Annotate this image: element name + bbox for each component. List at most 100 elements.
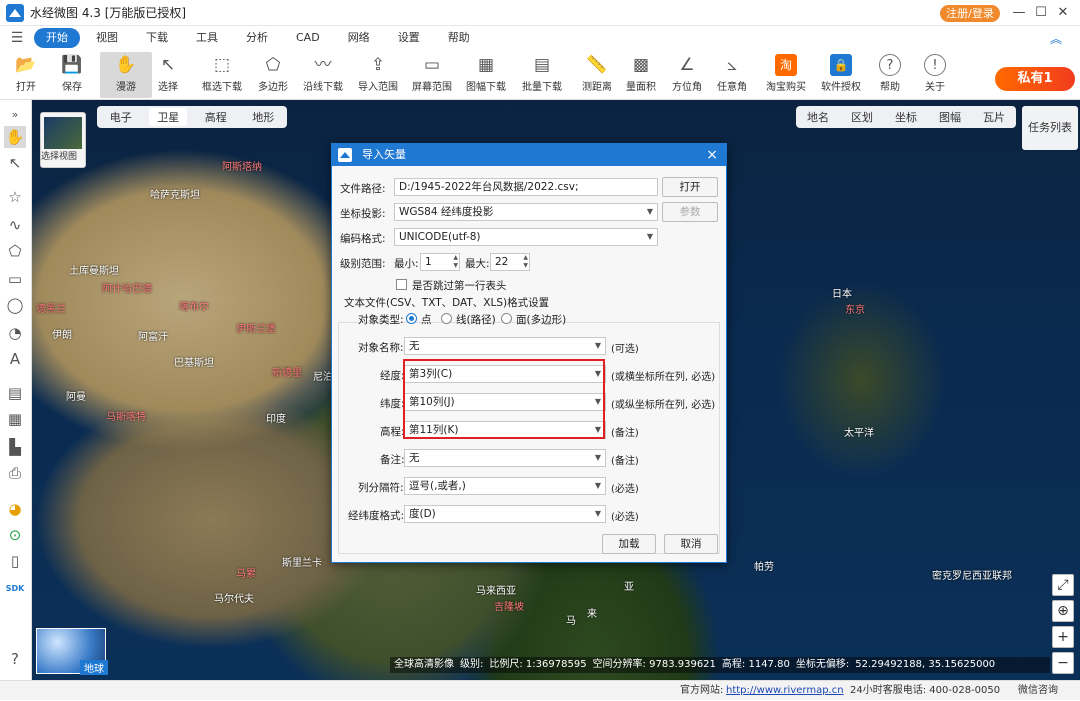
menu-download[interactable]: 下载 [134, 28, 180, 48]
stack-icon[interactable]: ▦ [4, 408, 26, 430]
tab-place-names[interactable]: 地名 [807, 109, 829, 125]
measure-area-button[interactable]: ▩ 量面积 [615, 52, 667, 98]
level-range-label: 级别范围: [340, 258, 386, 270]
map-label: 东京 [845, 305, 865, 316]
site-link[interactable]: http://www.rivermap.cn [726, 681, 844, 701]
lonlat-format-select[interactable]: 度(D) ▼ [404, 505, 606, 523]
cursor-icon: ↖ [160, 55, 176, 75]
tab-sheets[interactable]: 图幅 [939, 109, 961, 125]
menu-settings[interactable]: 设置 [386, 28, 432, 48]
max-level-stepper[interactable]: 22 ▲ ▼ [490, 253, 530, 271]
params-button[interactable]: 参数 [662, 202, 718, 222]
save-button[interactable]: 💾 保存 [46, 52, 98, 98]
object-name-label: 对象名称: [358, 342, 404, 354]
tab-electronic[interactable]: 电子 [102, 108, 140, 126]
phone-icon[interactable]: ▯ [4, 550, 26, 572]
chevron-down-icon: ▼ [594, 509, 601, 518]
line-download-button[interactable]: 〰沿线下载 [297, 52, 349, 98]
lonlat-format-note: (必选) [611, 512, 639, 523]
import-range-button[interactable]: ⇪ 导入范围 [352, 52, 404, 98]
zoom-out-button[interactable]: − [1052, 652, 1074, 674]
polyline-icon[interactable]: ∿ [4, 214, 26, 236]
menu-start[interactable]: 开始 [34, 28, 80, 48]
rectangle-icon[interactable]: ▭ [4, 268, 26, 290]
select-button[interactable]: ↖ 选择 [142, 52, 194, 98]
type-polygon-radio[interactable] [501, 313, 512, 324]
hamburger-menu-icon[interactable]: ☰ [0, 30, 34, 46]
about-button[interactable]: ! 关于 [909, 52, 961, 98]
object-name-note: (可选) [611, 344, 639, 355]
menu-help[interactable]: 帮助 [436, 28, 482, 48]
task-list-button[interactable]: 任务列表 [1022, 106, 1078, 150]
type-point-label: 点 [421, 314, 432, 326]
spinner-arrows-icon[interactable]: ▲ ▼ [523, 254, 528, 270]
zoom-in-button[interactable]: + [1052, 626, 1074, 648]
chart-icon[interactable]: ▙ [4, 436, 26, 458]
expand-icon[interactable]: » [4, 104, 26, 126]
circle-icon[interactable]: ◯ [4, 294, 26, 316]
remark-note: (备注) [611, 456, 639, 467]
collapse-ribbon-icon[interactable]: ︽ [1050, 30, 1062, 47]
print-icon[interactable]: ⎙ [4, 462, 26, 484]
minimize-button[interactable]: — [1010, 4, 1028, 22]
menu-analysis[interactable]: 分析 [234, 28, 280, 48]
sector-icon[interactable]: ◔ [4, 322, 26, 344]
help-icon[interactable]: ? [4, 648, 26, 670]
tab-elevation[interactable]: 高程 [197, 108, 235, 126]
dialog-close-icon[interactable]: × [706, 144, 718, 166]
cursor-icon[interactable]: ↖ [4, 152, 26, 174]
help-icon: ? [879, 54, 901, 76]
link-icon[interactable]: ⊙ [4, 524, 26, 546]
tab-divisions[interactable]: 区划 [851, 109, 873, 125]
fullscreen-icon[interactable]: ⤢ [1052, 574, 1074, 596]
object-name-select[interactable]: 无 ▼ [404, 337, 606, 355]
elevation-label: 高程: [380, 426, 405, 438]
encoding-select[interactable]: UNICODE(utf-8) ▼ [394, 228, 658, 246]
cancel-button[interactable]: 取消 [664, 534, 718, 554]
locate-icon[interactable]: ⊕ [1052, 600, 1074, 622]
type-point-radio[interactable] [406, 313, 417, 324]
map-label: 伊斯兰堡 [236, 324, 276, 335]
license-button[interactable]: 🔒 软件授权 [815, 52, 867, 98]
layer-icon[interactable]: ▤ [4, 382, 26, 404]
polygon-button[interactable]: ⬠ 多边形 [247, 52, 299, 98]
separator-select[interactable]: 逗号(,或者,) ▼ [404, 477, 606, 495]
layer-view-selector[interactable]: 选择视图 [40, 112, 86, 168]
open-file-button[interactable]: 打开 [662, 177, 718, 197]
maximize-button[interactable]: ☐ [1032, 4, 1050, 22]
projection-select[interactable]: WGS84 经纬度投影 ▼ [394, 203, 658, 221]
menu-cad[interactable]: CAD [284, 28, 332, 48]
spinner-arrows-icon[interactable]: ▲ ▼ [453, 254, 458, 270]
menu-network[interactable]: 网络 [336, 28, 382, 48]
text-icon[interactable]: A [4, 348, 26, 370]
skip-header-checkbox[interactable] [396, 279, 407, 290]
menu-tools[interactable]: 工具 [184, 28, 230, 48]
tab-satellite[interactable]: 卫星 [149, 108, 188, 126]
tab-terrain[interactable]: 地形 [244, 108, 282, 126]
polygon-icon[interactable]: ⬠ [4, 240, 26, 262]
tab-coordinates[interactable]: 坐标 [895, 109, 917, 125]
login-button[interactable]: 注册/登录 [940, 5, 1000, 22]
any-angle-button[interactable]: ⦣ 任意角 [706, 52, 758, 98]
hand-icon[interactable]: ✋ [4, 126, 26, 148]
file-path-input[interactable]: D:/1945-2022年台风数据/2022.csv; [394, 178, 658, 196]
batch-download-button[interactable]: ▤ 批量下载 [516, 52, 568, 98]
import-range-icon: ⇪ [370, 55, 386, 75]
min-level-stepper[interactable]: 1 ▲ ▼ [420, 253, 460, 271]
tab-tiles[interactable]: 瓦片 [983, 109, 1005, 125]
remark-column-select[interactable]: 无 ▼ [404, 449, 606, 467]
pin-icon[interactable]: ☆ [4, 186, 26, 208]
rect-download-button[interactable]: ⬚ 框选下载 [196, 52, 248, 98]
private-button[interactable]: 私有1 [995, 67, 1075, 91]
taobao-buy-button[interactable]: 淘淘宝购买 [760, 52, 812, 98]
sdk-icon[interactable]: SDK [4, 578, 26, 600]
color-wheel-icon[interactable]: ◕ [4, 498, 26, 520]
load-button[interactable]: 加载 [602, 534, 656, 554]
wechat-link[interactable]: 微信咨询 [1018, 681, 1058, 701]
menu-view[interactable]: 视图 [84, 28, 130, 48]
screen-range-button[interactable]: ▭ 屏幕范围 [406, 52, 458, 98]
close-button[interactable]: ✕ [1054, 4, 1072, 22]
type-line-radio[interactable] [441, 313, 452, 324]
open-button[interactable]: 📂 打开 [0, 52, 52, 98]
sheet-download-button[interactable]: ▦ 图幅下载 [460, 52, 512, 98]
